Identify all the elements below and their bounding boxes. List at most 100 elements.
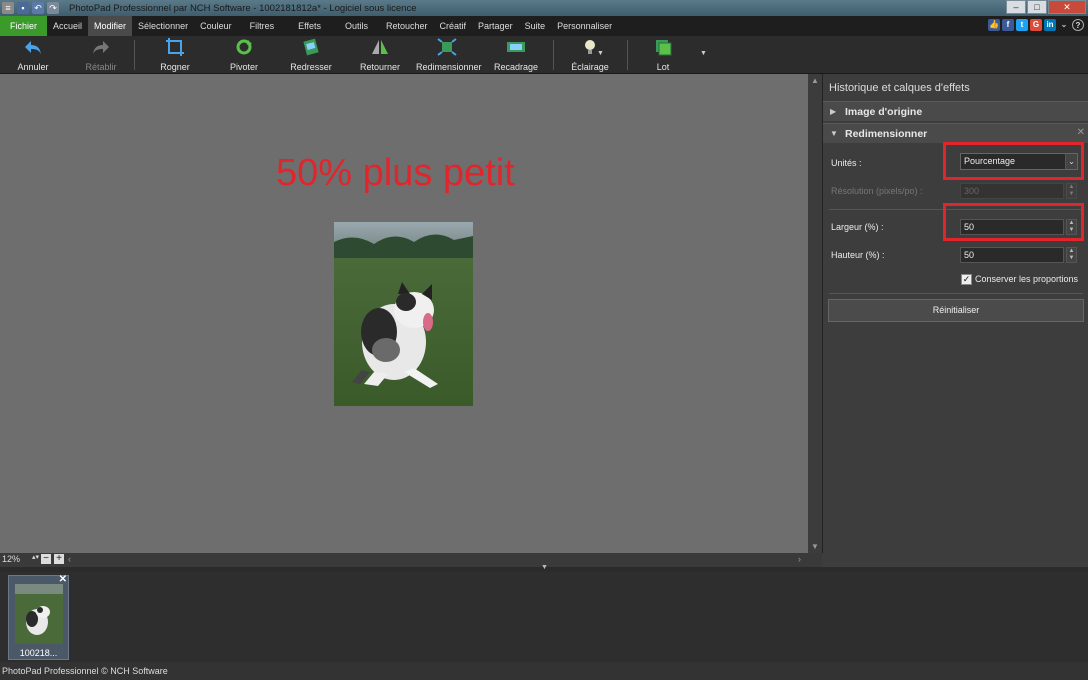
collapse-arrow-icon: ▼ — [830, 129, 838, 138]
rogner-label: Rogner — [160, 62, 190, 72]
toolbar-more-icon[interactable]: ▼ — [700, 50, 707, 57]
pivoter-label: Pivoter — [229, 62, 258, 72]
menu-personnaliser[interactable]: Personnaliser — [551, 16, 618, 36]
section-image-origine[interactable]: ▶ Image d'origine — [823, 101, 1088, 121]
close-window-button[interactable]: ✕ — [1048, 0, 1086, 14]
retourner-label: Retourner — [359, 62, 401, 72]
eclairage-label: Éclairage — [571, 62, 609, 72]
menu-suite[interactable]: Suite — [519, 16, 552, 36]
twitter-icon[interactable]: t — [1016, 19, 1028, 31]
window-title: PhotoPad Professionnel par NCH Software … — [69, 2, 417, 14]
annuler-button[interactable]: Annuler — [14, 38, 52, 72]
redo-quick-icon[interactable]: ↷ — [47, 2, 59, 14]
close-section-icon[interactable]: ✕ — [1077, 127, 1085, 138]
height-spinner[interactable]: ▲ ▼ — [1066, 247, 1077, 263]
keep-ratio-label: Conserver les proportions — [975, 274, 1079, 284]
width-label: Largeur (%) : — [831, 222, 884, 232]
image-thumbnail[interactable]: ✕ 100218... — [8, 574, 69, 660]
zoom-spin-icon[interactable]: ▴▾ — [32, 553, 39, 561]
reset-button[interactable]: Réinitialiser — [828, 299, 1084, 322]
flip-icon — [372, 40, 388, 54]
redresser-button[interactable]: Redresser — [288, 38, 334, 72]
canvas-vertical-scrollbar[interactable]: ▲ ▼ — [808, 74, 822, 553]
dog-photo — [334, 222, 473, 406]
menu-bar: Fichier Accueil Modifier Sélectionner Co… — [0, 16, 1088, 36]
section-image-origine-title: Image d'origine — [845, 106, 923, 118]
menu-partager[interactable]: Partager — [472, 16, 519, 36]
menu-accueil[interactable]: Accueil — [47, 16, 88, 36]
height-field[interactable]: 50 — [960, 247, 1064, 263]
redimensionner-button[interactable]: Redimensionner — [416, 38, 482, 72]
help-icon[interactable]: ? — [1072, 19, 1084, 31]
lot-button[interactable]: Lot — [646, 38, 680, 72]
menu-effets[interactable]: Effets — [286, 16, 333, 36]
rotate-icon — [236, 39, 252, 55]
canvas-status-bar: 12% ▴▾ − + ‹ › — [0, 553, 808, 567]
units-label: Unités : — [831, 158, 862, 168]
scroll-right-icon[interactable]: › — [798, 554, 801, 564]
thumbnail-label: 100218... — [19, 648, 58, 658]
zoom-in-button[interactable]: + — [54, 554, 64, 564]
crop-icon — [166, 38, 184, 56]
toolbar: Annuler Rétablir Rogner Pivoter Redresse… — [0, 36, 1088, 74]
chevron-down-icon[interactable]: ⌄ — [1058, 19, 1070, 31]
effects-panel: Historique et calques d'effets ▶ Image d… — [822, 74, 1088, 567]
toolbar-separator — [553, 40, 554, 70]
menu-retoucher[interactable]: Retoucher — [380, 16, 434, 36]
pivoter-button[interactable]: Pivoter — [223, 38, 265, 72]
scroll-down-icon[interactable]: ▼ — [811, 542, 819, 551]
collapse-filmstrip-icon[interactable]: ▼ — [541, 564, 548, 571]
recadrage-label: Recadrage — [494, 62, 539, 72]
close-thumbnail-icon[interactable]: ✕ — [59, 574, 67, 585]
google-plus-icon[interactable]: G — [1030, 19, 1042, 31]
section-redimensionner[interactable]: ▼ Redimensionner ✕ — [823, 123, 1088, 143]
menu-creatif[interactable]: Créatif — [434, 16, 473, 36]
menu-fichier[interactable]: Fichier — [0, 16, 48, 36]
retablir-button[interactable]: Rétablir — [82, 38, 120, 72]
menu-modifier[interactable]: Modifier — [88, 16, 133, 36]
app-menu-icon[interactable]: ≡ — [2, 2, 14, 14]
annuler-label: Annuler — [17, 62, 49, 72]
section-redimensionner-title: Redimensionner — [845, 128, 928, 140]
eclairage-dropdown-icon[interactable]: ▼ — [597, 50, 604, 57]
save-icon[interactable]: ▪ — [17, 2, 29, 14]
retourner-button[interactable]: Retourner — [358, 38, 402, 72]
resolution-field: 300 — [960, 183, 1064, 199]
menu-outils[interactable]: Outils — [333, 16, 380, 36]
highlight-units — [943, 142, 1084, 180]
expand-arrow-icon: ▶ — [830, 107, 837, 116]
panel-title: Historique et calques d'effets — [829, 82, 970, 94]
straighten-icon — [303, 38, 319, 56]
redo-icon — [93, 41, 109, 54]
thumbs-up-icon[interactable]: 👍 — [988, 19, 1000, 31]
lot-label: Lot — [656, 62, 670, 72]
scroll-left-icon[interactable]: ‹ — [68, 554, 71, 564]
height-label: Hauteur (%) : — [831, 250, 885, 260]
menu-filtres[interactable]: Filtres — [238, 16, 287, 36]
redimensionner-label: Redimensionner — [416, 62, 482, 72]
toolbar-separator — [134, 40, 135, 70]
maximize-button[interactable]: □ — [1027, 0, 1047, 14]
undo-quick-icon[interactable]: ↶ — [32, 2, 44, 14]
rogner-button[interactable]: Rogner — [155, 38, 195, 72]
eclairage-button[interactable]: Éclairage — [570, 38, 610, 72]
recadrage-button[interactable]: Recadrage — [494, 38, 538, 72]
divider — [829, 293, 1083, 294]
panel-footer — [822, 553, 1088, 567]
minimize-button[interactable]: – — [1006, 0, 1026, 14]
undo-icon — [25, 41, 41, 54]
menu-selectionner[interactable]: Sélectionner — [132, 16, 194, 36]
batch-icon — [656, 40, 672, 56]
redresser-label: Redresser — [290, 62, 332, 72]
zoom-out-button[interactable]: − — [41, 554, 51, 564]
status-bar: PhotoPad Professionnel © NCH Software — [0, 662, 1088, 680]
overlay-text: 50% plus petit — [276, 152, 515, 194]
resolution-label: Résolution (pixels/po) : — [831, 186, 923, 196]
toolbar-separator — [627, 40, 628, 70]
keep-ratio-checkbox[interactable]: ✓ — [961, 274, 972, 285]
facebook-icon[interactable]: f — [1002, 19, 1014, 31]
retablir-label: Rétablir — [85, 62, 117, 72]
menu-couleur[interactable]: Couleur — [194, 16, 238, 36]
linkedin-icon[interactable]: in — [1044, 19, 1056, 31]
scroll-up-icon[interactable]: ▲ — [811, 76, 819, 85]
